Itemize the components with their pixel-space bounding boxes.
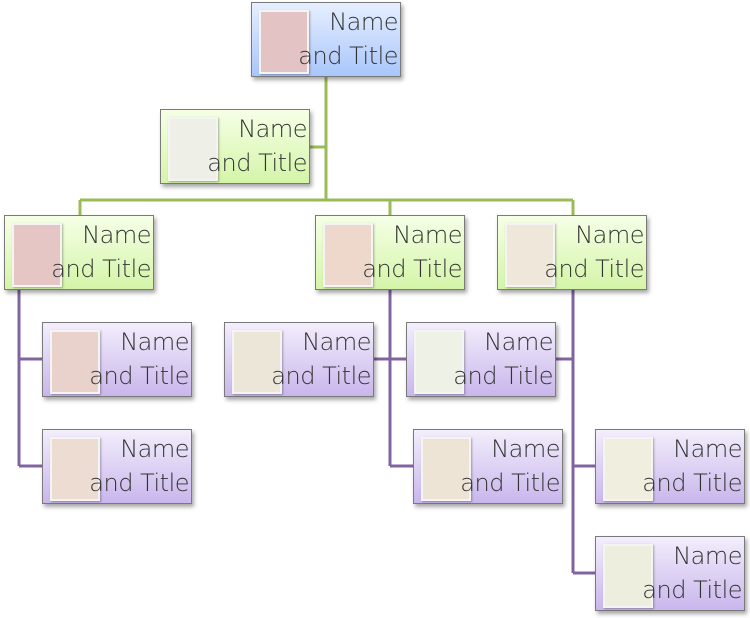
org-node-manager-1[interactable]: Name and Title [4, 215, 154, 290]
node-text[interactable]: Name and Title [89, 325, 189, 393]
org-node-staff-3b[interactable]: Name and Title [595, 536, 745, 611]
node-title: and Title [642, 469, 742, 497]
node-title: and Title [642, 576, 742, 604]
org-node-staff-2-assist[interactable]: Name and Title [224, 322, 374, 397]
org-node-top[interactable]: Name and Title [251, 2, 401, 77]
node-title: and Title [271, 362, 371, 390]
node-name: Name [82, 221, 151, 249]
node-text[interactable]: Name and Title [298, 5, 398, 73]
node-text[interactable]: Name and Title [271, 325, 371, 393]
node-title: and Title [544, 255, 644, 283]
node-name: Name [673, 542, 742, 570]
node-name: Name [120, 328, 189, 356]
node-name: Name [329, 8, 398, 36]
node-name: Name [238, 115, 307, 143]
node-name: Name [673, 435, 742, 463]
node-name: Name [120, 435, 189, 463]
org-node-assistant[interactable]: Name and Title [160, 109, 310, 184]
node-title: and Title [453, 362, 553, 390]
node-text[interactable]: Name and Title [460, 432, 560, 500]
org-node-manager-3[interactable]: Name and Title [497, 215, 647, 290]
node-title: and Title [362, 255, 462, 283]
node-text[interactable]: Name and Title [642, 539, 742, 607]
node-text[interactable]: Name and Title [89, 432, 189, 500]
node-title: and Title [298, 42, 398, 70]
connector-top [78, 77, 575, 215]
node-text[interactable]: Name and Title [544, 218, 644, 286]
node-name: Name [302, 328, 371, 356]
connector-branch-1 [17, 290, 42, 468]
node-name: Name [393, 221, 462, 249]
node-title: and Title [89, 469, 189, 497]
node-text[interactable]: Name and Title [51, 218, 151, 286]
node-name: Name [491, 435, 560, 463]
node-name: Name [575, 221, 644, 249]
org-node-manager-2[interactable]: Name and Title [315, 215, 465, 290]
node-text[interactable]: Name and Title [362, 218, 462, 286]
org-node-staff-1b[interactable]: Name and Title [42, 429, 192, 504]
org-node-staff-1a[interactable]: Name and Title [42, 322, 192, 397]
org-node-staff-2b[interactable]: Name and Title [413, 429, 563, 504]
node-title: and Title [51, 255, 151, 283]
connector-lines [17, 77, 595, 575]
org-node-staff-2a[interactable]: Name and Title [406, 322, 556, 397]
node-name: Name [484, 328, 553, 356]
node-text[interactable]: Name and Title [453, 325, 553, 393]
node-title: and Title [207, 149, 307, 177]
node-text[interactable]: Name and Title [642, 432, 742, 500]
node-text[interactable]: Name and Title [207, 112, 307, 180]
node-title: and Title [89, 362, 189, 390]
org-node-staff-3a[interactable]: Name and Title [595, 429, 745, 504]
node-title: and Title [460, 469, 560, 497]
